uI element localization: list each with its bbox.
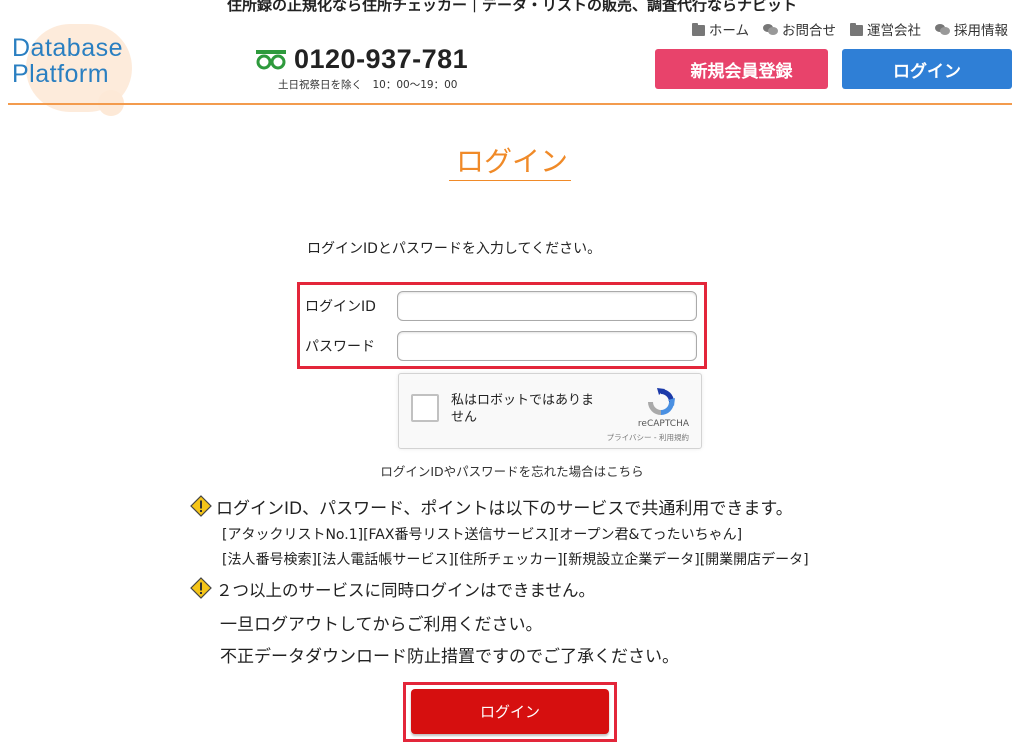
submit-highlight: ログイン bbox=[403, 682, 617, 742]
notice-single-login-text: ２つ以上のサービスに同時ログインはできません。 bbox=[216, 581, 596, 600]
phone-hours: 土日祝祭日を除く 10：00～19：00 bbox=[278, 79, 458, 91]
nav-item-label: お問合せ bbox=[782, 23, 836, 39]
header-divider bbox=[8, 103, 1012, 105]
nav-item-label: 運営会社 bbox=[867, 23, 921, 39]
nav-item-label: 採用情報 bbox=[954, 23, 1008, 39]
services-list-2: [法人番号検索][法人電話帳サービス][住所チェッカー][新規設立企業データ][… bbox=[222, 552, 809, 568]
password-row: パスワード bbox=[305, 331, 697, 361]
warning-icon bbox=[190, 495, 212, 517]
chat-icon bbox=[935, 23, 950, 35]
login-submit-button[interactable]: ログイン bbox=[411, 689, 609, 734]
top-nav: ホーム お問合せ 運営会社 採用情報 bbox=[691, 19, 1008, 39]
login-form: ログインID パスワード bbox=[297, 282, 707, 369]
header-login-button[interactable]: ログイン bbox=[842, 49, 1012, 89]
nav-item-home[interactable]: ホーム bbox=[691, 19, 749, 39]
nav-item-recruit[interactable]: 採用情報 bbox=[935, 19, 1008, 39]
notice-logout-text: 一旦ログアウトしてからご利用ください。 bbox=[220, 615, 543, 635]
phone-number[interactable]: 0120-937-781 bbox=[294, 44, 468, 75]
register-button[interactable]: 新規会員登録 bbox=[655, 49, 828, 89]
warning-icon bbox=[190, 577, 212, 599]
folder-icon bbox=[691, 22, 705, 36]
login-id-input[interactable] bbox=[397, 291, 697, 321]
notice-prevention-text: 不正データダウンロード防止措置ですのでご了承ください。 bbox=[220, 647, 679, 667]
nav-item-label: ホーム bbox=[708, 23, 749, 39]
recaptcha-terms-link[interactable]: プライバシー - 利用規約 bbox=[399, 432, 689, 443]
logo-text-platform: Platform bbox=[12, 60, 110, 88]
folder-icon bbox=[850, 22, 863, 36]
instruction-text: ログインIDとパスワードを入力してください。 bbox=[307, 241, 602, 257]
services-list-1: [アタックリストNo.1][FAX番号リスト送信サービス][オープン君&てったい… bbox=[222, 527, 743, 543]
site-tagline: 住所録の正規化なら住所チェッカー｜データ・リストの販売、調査代行ならナビット bbox=[226, 0, 797, 14]
notice-single-login: ２つ以上のサービスに同時ログインはできません。 bbox=[190, 577, 595, 601]
password-input[interactable] bbox=[397, 331, 697, 361]
forgot-password-link[interactable]: ログインIDやパスワードを忘れた場合はこちら bbox=[0, 461, 1024, 480]
recaptcha-brand: reCAPTCHA bbox=[637, 419, 689, 429]
nav-item-company[interactable]: 運営会社 bbox=[850, 19, 921, 39]
password-label: パスワード bbox=[305, 339, 375, 355]
recaptcha-checkbox[interactable] bbox=[411, 394, 439, 422]
chat-icon bbox=[763, 23, 778, 35]
page-title: ログイン bbox=[455, 145, 568, 178]
site-logo[interactable]: Database Platform bbox=[8, 24, 158, 116]
title-underline bbox=[449, 180, 571, 181]
notice-shared-text: ログインID、パスワード、ポイントは以下のサービスで共通利用できます。 bbox=[216, 499, 793, 519]
recaptcha-widget: 私はロボットではありません reCAPTCHA プライバシー - 利用規約 bbox=[398, 373, 702, 449]
logo-text-database: Database bbox=[12, 34, 124, 62]
login-id-label: ログインID bbox=[305, 299, 376, 315]
nav-item-contact[interactable]: お問合せ bbox=[763, 19, 836, 39]
login-id-row: ログインID bbox=[305, 291, 697, 321]
notice-shared-services: ログインID、パスワード、ポイントは以下のサービスで共通利用できます。 bbox=[190, 494, 793, 519]
recaptcha-logo-icon bbox=[648, 388, 675, 415]
freedial-icon bbox=[256, 50, 286, 70]
